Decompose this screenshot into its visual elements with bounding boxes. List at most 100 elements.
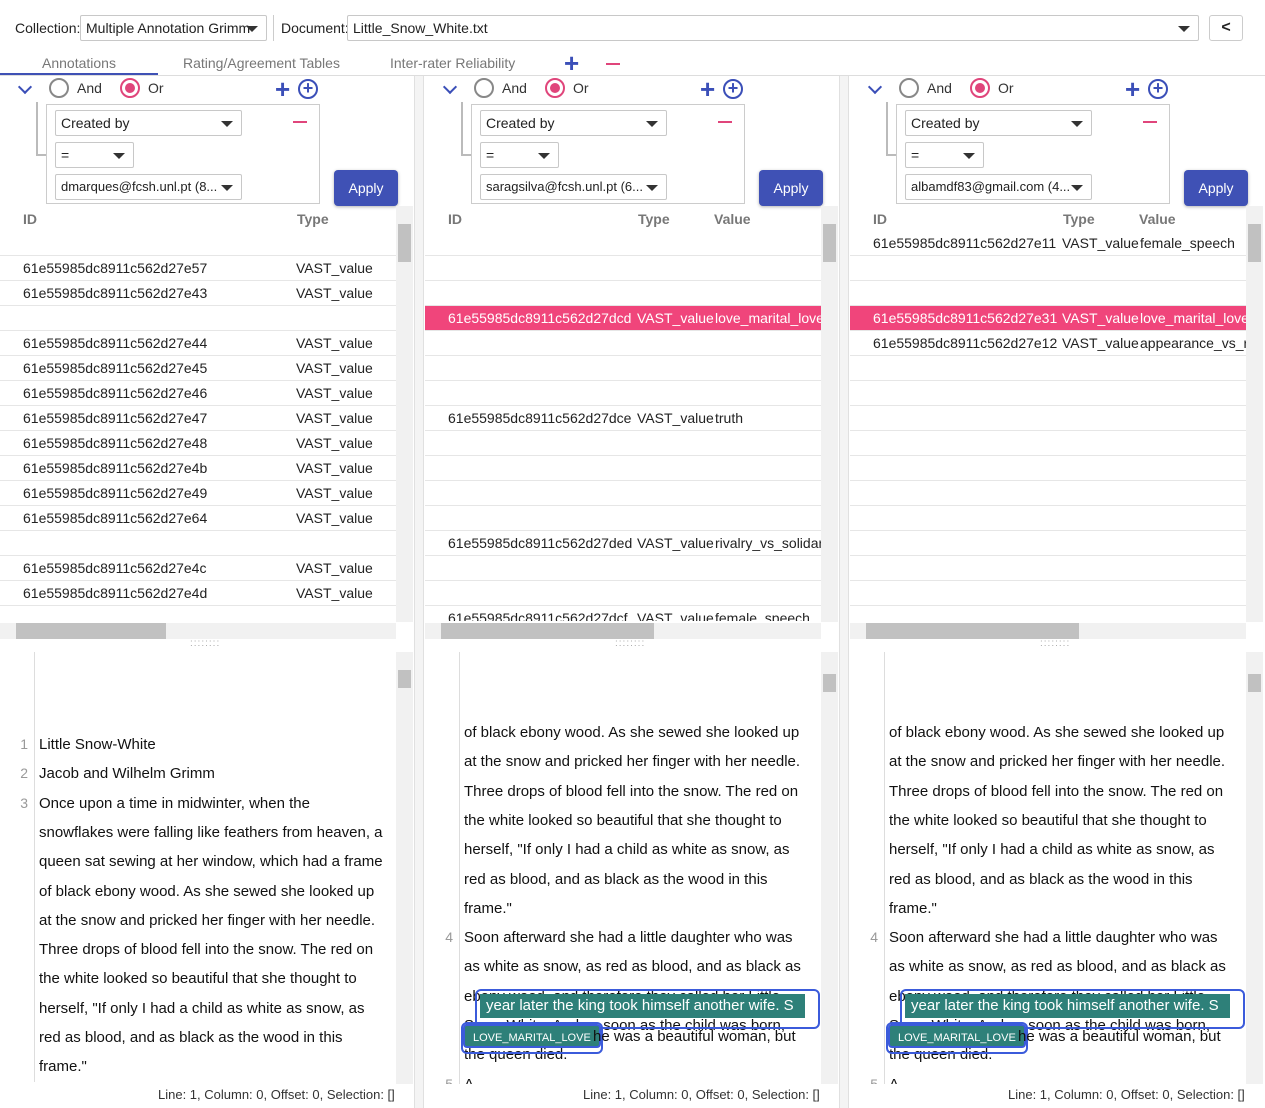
table-row[interactable]	[425, 256, 821, 281]
panel-divider[interactable]	[414, 76, 424, 1108]
add-group-icon[interactable]: +	[1148, 79, 1168, 99]
table-row[interactable]	[850, 531, 1246, 556]
table-row[interactable]: 61e55985dc8911c562d27e4d VAST_value	[0, 581, 396, 606]
text-line[interactable]: Soon afterward she had a little daughter…	[464, 929, 793, 946]
table-row[interactable]: 61e55985dc8911c562d27e45 VAST_value	[0, 356, 396, 381]
table-row[interactable]: 61e55985dc8911c562d27dce VAST_value truth	[425, 406, 821, 431]
column-value[interactable]: Value	[714, 211, 751, 227]
column-type[interactable]: Type	[638, 211, 670, 227]
filter-value-select[interactable]: albamdf83@gmail.com (4...	[905, 174, 1092, 200]
filter-value-select[interactable]: saragsilva@fcsh.unl.pt (6...	[480, 174, 667, 200]
and-radio[interactable]	[49, 78, 69, 98]
table-row[interactable]: 61e55985dc8911c562d27e12 VAST_value appear…	[850, 331, 1246, 356]
apply-button[interactable]: Apply	[1184, 170, 1248, 206]
scroll-thumb[interactable]	[823, 674, 836, 692]
filter-field-select[interactable]: Created by	[55, 110, 242, 136]
table-row[interactable]	[850, 256, 1246, 281]
text-line[interactable]: the white looked so beautiful that she t…	[889, 812, 1207, 829]
add-panel-icon[interactable]: +	[564, 50, 579, 76]
text-line[interactable]: red as blood, and as black as the wood i…	[464, 871, 768, 888]
table-row[interactable]	[0, 531, 396, 556]
table-scrollbar[interactable]	[1246, 206, 1263, 622]
table-row[interactable]	[425, 331, 821, 356]
table-row[interactable]	[425, 481, 821, 506]
table-row[interactable]	[0, 231, 396, 256]
text-line[interactable]: herself, "If only I had a child as white…	[39, 1000, 365, 1017]
table-scrollbar[interactable]	[396, 206, 413, 622]
text-line[interactable]: at the snow and pricked her finger with …	[464, 753, 800, 770]
table-row[interactable]: 61e55985dc8911c562d27dcf VAST_value female…	[425, 606, 821, 621]
table-row[interactable]: 61e55985dc8911c562d27e48 VAST_value	[0, 431, 396, 456]
collapse-button[interactable]: <	[1209, 15, 1243, 41]
text-line[interactable]: Three drops of blood fell into the snow.…	[889, 783, 1223, 800]
remove-rule-icon[interactable]	[718, 121, 732, 123]
scroll-thumb[interactable]	[1248, 674, 1261, 692]
text-line[interactable]: as white as snow, as red as blood, and a…	[464, 958, 801, 975]
table-row[interactable]	[850, 406, 1246, 431]
table-row[interactable]	[425, 431, 821, 456]
table-hscrollbar[interactable]	[0, 623, 396, 639]
filter-op-select[interactable]: =	[55, 142, 134, 168]
scroll-thumb[interactable]	[866, 623, 1079, 639]
column-id[interactable]: ID	[448, 211, 462, 227]
filter-value-select[interactable]: dmarques@fcsh.unl.pt (8...	[55, 174, 242, 200]
table-row[interactable]: 61e55985dc8911c562d27e46 VAST_value	[0, 381, 396, 406]
text-line[interactable]: Three drops of blood fell into the snow.…	[39, 941, 373, 958]
panel-divider[interactable]	[839, 76, 849, 1108]
add-rule-icon[interactable]: +	[275, 76, 290, 102]
text-line[interactable]: snowflakes were falling like feathers fr…	[39, 824, 383, 841]
scroll-thumb[interactable]	[823, 224, 836, 262]
remove-rule-icon[interactable]	[293, 121, 307, 123]
text-line[interactable]: Soon afterward she had a little daughter…	[889, 929, 1218, 946]
annotation-tag[interactable]: LOVE_MARITAL_LOVE	[463, 1024, 601, 1048]
or-radio[interactable]	[120, 78, 140, 98]
column-type[interactable]: Type	[297, 211, 329, 227]
filter-field-select[interactable]: Created by	[480, 110, 667, 136]
text-scrollbar[interactable]	[1246, 652, 1263, 1084]
table-scrollbar[interactable]	[821, 206, 838, 622]
scroll-thumb[interactable]	[398, 670, 411, 688]
or-radio[interactable]	[545, 78, 565, 98]
table-hscrollbar[interactable]	[850, 623, 1246, 639]
tab-rating-agreement[interactable]: Rating/Agreement Tables	[183, 55, 340, 71]
text-line[interactable]: at the snow and pricked her finger with …	[39, 912, 375, 929]
table-row[interactable]: 61e55985dc8911c562d27e64 VAST_value	[0, 506, 396, 531]
table-row[interactable]	[850, 431, 1246, 456]
scroll-thumb[interactable]	[441, 623, 654, 639]
text-line[interactable]: frame."	[889, 900, 937, 917]
table-hscrollbar[interactable]	[425, 623, 821, 639]
remove-panel-icon[interactable]	[606, 63, 620, 65]
text-scrollbar[interactable]	[396, 652, 413, 1084]
table-row[interactable]: 61e55985dc8911c562d27e44 VAST_value	[0, 331, 396, 356]
text-line[interactable]: A	[889, 1076, 899, 1084]
text-line[interactable]: the white looked so beautiful that she t…	[39, 970, 357, 987]
table-row[interactable]	[0, 306, 396, 331]
table-row[interactable]	[850, 456, 1246, 481]
or-radio[interactable]	[970, 78, 990, 98]
table-row[interactable]: 61e55985dc8911c562d27e47 VAST_value	[0, 406, 396, 431]
add-group-icon[interactable]: +	[723, 79, 743, 99]
text-line[interactable]: herself, "If only I had a child as white…	[889, 841, 1215, 858]
table-row[interactable]: 61e55985dc8911c562d27e4c VAST_value	[0, 556, 396, 581]
filter-field-select[interactable]: Created by	[905, 110, 1092, 136]
table-row[interactable]: 61e55985dc8911c562d27e31 VAST_value love_m…	[850, 306, 1246, 331]
scroll-thumb[interactable]	[398, 224, 411, 262]
text-scrollbar[interactable]	[821, 652, 838, 1084]
text-line[interactable]: of black ebony wood. As she sewed she lo…	[39, 883, 374, 900]
text-line[interactable]: Three drops of blood fell into the snow.…	[464, 783, 798, 800]
table-row[interactable]	[425, 381, 821, 406]
filter-op-select[interactable]: =	[480, 142, 559, 168]
column-id[interactable]: ID	[873, 211, 887, 227]
table-row[interactable]: 61e55985dc8911c562d27dcd VAST_value love_m…	[425, 306, 821, 331]
table-row[interactable]	[425, 581, 821, 606]
annotation-tag[interactable]: LOVE_MARITAL_LOVE	[888, 1024, 1026, 1048]
text-line[interactable]: A	[464, 1076, 474, 1084]
table-row[interactable]	[425, 356, 821, 381]
text-line[interactable]: Jacob and Wilhelm Grimm	[39, 765, 215, 782]
document-select[interactable]: Little_Snow_White.txt	[347, 15, 1199, 41]
table-row[interactable]	[850, 281, 1246, 306]
table-row[interactable]	[425, 506, 821, 531]
column-id[interactable]: ID	[23, 211, 37, 227]
apply-button[interactable]: Apply	[334, 170, 398, 206]
table-row[interactable]	[425, 456, 821, 481]
